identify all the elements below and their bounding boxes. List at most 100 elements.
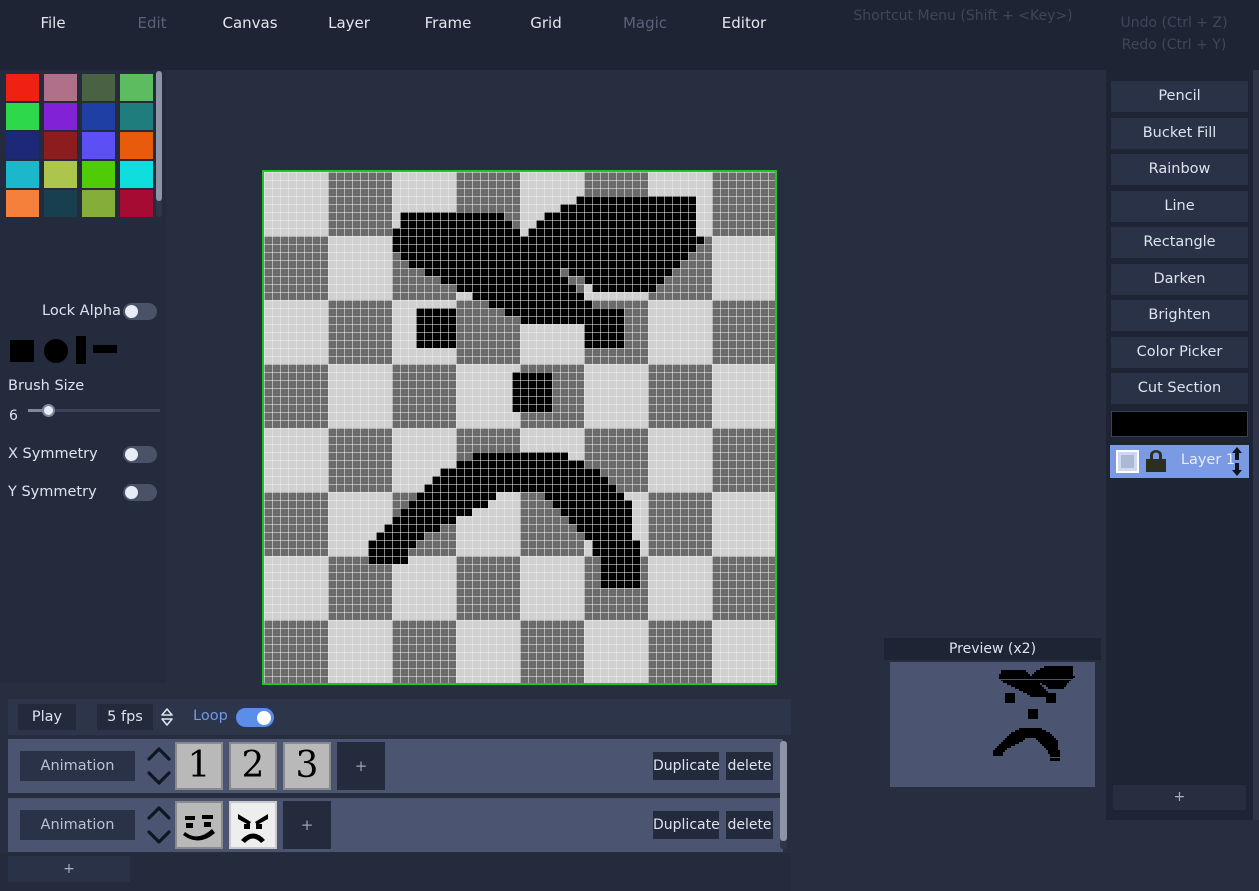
- palette-swatch-4[interactable]: [6, 103, 39, 130]
- menu-item-file[interactable]: File: [40, 14, 65, 32]
- layer-item-layer-1[interactable]: Layer 1: [1110, 445, 1249, 478]
- preview-title: Preview (x2): [884, 638, 1101, 660]
- circle-brush-icon[interactable]: [44, 339, 68, 363]
- fps-value[interactable]: 5 fps: [97, 704, 153, 730]
- duplicate-frame-button-1[interactable]: Duplicate: [653, 811, 720, 839]
- delete-frame-button-1[interactable]: delete: [726, 811, 773, 839]
- palette-swatch-0[interactable]: [6, 74, 39, 101]
- tool-button-darken[interactable]: Darken: [1111, 263, 1248, 295]
- palette-swatch-15[interactable]: [120, 161, 153, 188]
- square-brush-icon[interactable]: [10, 340, 34, 362]
- palette-swatch-8[interactable]: [6, 132, 39, 159]
- color-palette[interactable]: [6, 70, 158, 218]
- horizontal-bar-brush-icon[interactable]: [93, 345, 117, 353]
- palette-swatch-12[interactable]: [6, 161, 39, 188]
- current-color-swatch[interactable]: [1111, 411, 1248, 437]
- menu-item-editor[interactable]: Editor: [722, 14, 766, 32]
- delete-frame-button-0[interactable]: delete: [726, 752, 773, 780]
- drawing-canvas[interactable]: [262, 170, 777, 685]
- animation-tracks: Animation 1 2 3 + Duplicate delete Animation + Du…: [8, 739, 791, 852]
- tool-button-rainbow[interactable]: Rainbow: [1111, 154, 1248, 185]
- add-layer-button[interactable]: +: [1113, 785, 1246, 810]
- menu-item-layer[interactable]: Layer: [328, 14, 370, 32]
- palette-swatch-5[interactable]: [44, 103, 77, 130]
- palette-swatch-6[interactable]: [82, 103, 115, 130]
- palette-scrollbar-thumb[interactable]: [156, 71, 162, 201]
- vertical-bar-brush-icon[interactable]: [76, 336, 86, 364]
- brush-size-slider[interactable]: [28, 404, 160, 417]
- frame-thumbnail-0-2[interactable]: 3: [283, 742, 331, 790]
- x-symmetry-toggle[interactable]: [123, 446, 157, 463]
- lock-icon[interactable]: [1143, 449, 1169, 474]
- x-symmetry-label: X Symmetry: [8, 446, 98, 462]
- frame-thumbnail-1-1[interactable]: [229, 801, 277, 849]
- palette-swatch-13[interactable]: [44, 161, 77, 188]
- arrow-down-icon[interactable]: [1229, 462, 1245, 477]
- undo-hint: Undo (Ctrl + Z): [1120, 15, 1228, 31]
- tool-button-line[interactable]: Line: [1111, 190, 1248, 222]
- add-frame-button-0[interactable]: +: [337, 742, 385, 790]
- palette-swatch-10[interactable]: [82, 132, 115, 159]
- palette-swatch-17[interactable]: [44, 190, 77, 217]
- brush-size-slider-handle[interactable]: [42, 404, 55, 417]
- playback-toolbar: Play 5 fps Loop: [8, 699, 791, 735]
- loop-toggle[interactable]: [236, 708, 274, 727]
- arrow-up-icon[interactable]: [1229, 446, 1245, 461]
- left-tool-panel: Lock Alpha Brush Size 6 X Symmetry Y Sym…: [0, 70, 166, 683]
- pixel-grid-overlay: [264, 172, 775, 683]
- tool-button-bucket-fill[interactable]: Bucket Fill: [1111, 117, 1248, 149]
- redo-hint: Redo (Ctrl + Y): [1121, 37, 1227, 53]
- brush-size-label: Brush Size: [8, 378, 85, 394]
- chevron-updown-icon[interactable]: [159, 707, 175, 727]
- palette-swatch-14[interactable]: [82, 161, 115, 188]
- track-name-button[interactable]: Animation: [20, 810, 135, 840]
- menu-item-magic[interactable]: Magic: [623, 14, 667, 32]
- tracks-scrollbar[interactable]: [780, 741, 787, 849]
- preview-panel: Preview (x2): [884, 638, 1101, 793]
- track-move-arrow-up-icon[interactable]: [146, 804, 172, 823]
- menu-item-frame[interactable]: Frame: [425, 14, 472, 32]
- layer-thumbnail-icon[interactable]: [1116, 450, 1139, 473]
- animation-track-1: Animation + Duplicate delete: [8, 798, 783, 852]
- palette-swatch-11[interactable]: [120, 132, 153, 159]
- shortcut-menu-hint: Shortcut Menu (Shift + <Key>): [853, 8, 1073, 24]
- menu-item-edit[interactable]: Edit: [137, 14, 166, 32]
- tool-button-brighten[interactable]: Brighten: [1111, 300, 1248, 331]
- palette-swatch-19[interactable]: [120, 190, 153, 217]
- palette-swatch-16[interactable]: [6, 190, 39, 217]
- play-button[interactable]: Play: [18, 704, 76, 730]
- tool-button-cut-section[interactable]: Cut Section: [1111, 373, 1248, 404]
- tool-button-color-picker[interactable]: Color Picker: [1111, 336, 1248, 368]
- tool-button-pencil[interactable]: Pencil: [1111, 81, 1248, 112]
- palette-swatch-18[interactable]: [82, 190, 115, 217]
- menu-item-canvas[interactable]: Canvas: [222, 14, 277, 32]
- palette-swatch-7[interactable]: [120, 103, 153, 130]
- palette-swatch-3[interactable]: [120, 74, 153, 101]
- palette-swatch-2[interactable]: [82, 74, 115, 101]
- y-symmetry-toggle[interactable]: [123, 484, 157, 501]
- lock-alpha-toggle[interactable]: [123, 303, 157, 320]
- frame-thumbnail-0-1[interactable]: 2: [229, 742, 277, 790]
- menu-bar: File Edit Canvas Layer Frame Grid Magic Editor S…: [0, 0, 1259, 70]
- canvas-workspace: [166, 70, 1106, 695]
- y-symmetry-label: Y Symmetry: [8, 484, 97, 500]
- track-move-arrow-down-icon[interactable]: [146, 769, 172, 788]
- tool-button-rectangle[interactable]: Rectangle: [1111, 227, 1248, 258]
- frame-thumbnail-0-0[interactable]: 1: [175, 742, 223, 790]
- add-track-button[interactable]: +: [8, 856, 130, 882]
- frame-thumbnail-1-0[interactable]: [175, 801, 223, 849]
- track-name-button[interactable]: Animation: [20, 751, 135, 781]
- palette-scrollbar[interactable]: [156, 71, 162, 217]
- add-frame-button-1[interactable]: +: [283, 801, 331, 849]
- lock-alpha-label: Lock Alpha: [42, 303, 121, 319]
- palette-swatch-9[interactable]: [44, 132, 77, 159]
- preview-canvas: [890, 662, 1095, 787]
- brush-size-value: 6: [9, 408, 18, 424]
- tracks-scrollbar-thumb[interactable]: [780, 741, 787, 841]
- menu-item-grid[interactable]: Grid: [530, 14, 561, 32]
- duplicate-frame-button-0[interactable]: Duplicate: [653, 752, 720, 780]
- right-panel-scrollbar[interactable]: [1253, 70, 1259, 820]
- track-move-arrow-down-icon[interactable]: [146, 828, 172, 847]
- track-move-arrow-up-icon[interactable]: [146, 745, 172, 764]
- palette-swatch-1[interactable]: [44, 74, 77, 101]
